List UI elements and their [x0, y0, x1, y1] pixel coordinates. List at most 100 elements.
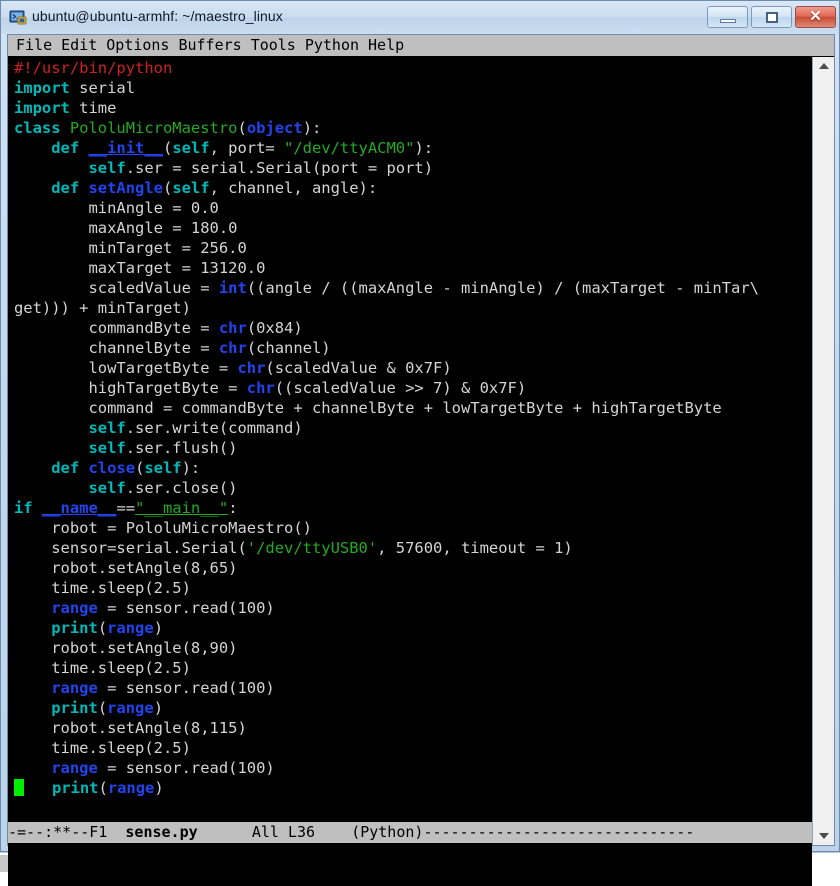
code-token: import [14, 79, 70, 97]
code-token: (scaledValue & 0x7F) [265, 359, 452, 377]
menu-item-help[interactable]: Help [368, 35, 404, 56]
code-token: sensor=serial.Serial( [14, 539, 247, 557]
menu-item-options[interactable]: Options [106, 35, 169, 56]
code-token: ( [135, 459, 145, 477]
triangle-down-icon [819, 833, 829, 839]
code-token: print [51, 779, 99, 797]
code-token: = sensor.read(100) [97, 599, 275, 617]
code-line: time.sleep(2.5) [14, 578, 759, 598]
code-token: serial [69, 79, 136, 97]
code-token: range [51, 759, 98, 777]
code-buffer[interactable]: #!/usr/bin/python import serial import tim… [8, 57, 812, 822]
code-token: time [69, 99, 117, 117]
code-token: ): [181, 459, 201, 477]
code-line: time.sleep(2.5) [14, 658, 759, 678]
scroll-up-button[interactable] [813, 57, 834, 75]
close-button[interactable]: ✕ [795, 6, 836, 28]
code-token: command = commandByte + channelByte + lo… [14, 399, 722, 417]
code-token: robot.setAngle(8,90) [14, 639, 238, 657]
code-token: channelByte = [14, 339, 219, 357]
code-token: highTargetByte = [14, 379, 247, 397]
vertical-scrollbar[interactable] [812, 57, 834, 845]
code-token: import [14, 99, 70, 117]
code-token: setAngle [88, 179, 164, 197]
code-line: import time [14, 98, 759, 118]
code-line: highTargetByte = chr((scaledValue >> 7) … [14, 378, 759, 398]
code-token: scaledValue = [14, 279, 219, 297]
code-token: range [51, 599, 98, 617]
menu-item-tools[interactable]: Tools [251, 35, 296, 56]
code-token: ): [302, 119, 322, 137]
code-token: ) [153, 699, 163, 717]
window-titlebar[interactable]: ubuntu@ubuntu-armhf: ~/maestro_linux ✕ [1, 1, 839, 34]
menu-item-buffers[interactable]: Buffers [178, 35, 241, 56]
code-token: .ser.close() [125, 479, 238, 497]
scrollbar-thumb[interactable] [813, 75, 834, 815]
code-token: ((angle / ((maxAngle - minAngle) / (maxT… [246, 279, 759, 297]
maximize-icon [766, 12, 778, 23]
code-line: minAngle = 0.0 [14, 198, 759, 218]
code-token: def [51, 179, 80, 197]
code-line: self.ser.close() [14, 478, 759, 498]
code-token: def [51, 459, 80, 477]
minimize-button[interactable] [707, 6, 748, 28]
code-token: maxAngle = 180.0 [14, 219, 238, 237]
code-line: time.sleep(2.5) [14, 738, 759, 758]
code-token: = sensor.read(100) [97, 679, 275, 697]
code-line: #!/usr/bin/python [14, 58, 759, 78]
code-token: close [88, 459, 136, 477]
code-token: ): [414, 139, 434, 157]
code-line: self.ser = serial.Serial(port = port) [14, 158, 759, 178]
code-line: scaledValue = int((angle / ((maxAngle - … [14, 278, 759, 298]
mode-line: -=--:**--F1 sense.py All L36 (Python)---… [8, 822, 812, 843]
terminal-icon [9, 8, 27, 26]
code-token: chr [218, 339, 247, 357]
code-token: self [88, 439, 126, 457]
code-line: maxTarget = 13120.0 [14, 258, 759, 278]
modeline-filler: ------------------------------ [423, 823, 695, 841]
code-token: ( [237, 119, 247, 137]
code-token: print [51, 619, 98, 637]
code-token: '/dev/ttyUSB0' [246, 539, 378, 557]
code-token: time.sleep(2.5) [14, 739, 191, 757]
triangle-up-icon [819, 63, 829, 69]
menu-item-python[interactable]: Python [305, 35, 359, 56]
code-token: ((scaledValue >> 7) & 0x7F) [274, 379, 527, 397]
code-token: range [107, 699, 154, 717]
code-token: self [88, 479, 126, 497]
code-line: lowTargetByte = chr(scaledValue & 0x7F) [14, 358, 759, 378]
code-token: chr [246, 379, 275, 397]
code-token: self [88, 159, 126, 177]
code-token: if [14, 499, 33, 517]
maximize-button[interactable] [751, 6, 792, 28]
code-line: print(range) [14, 698, 759, 718]
scroll-down-button[interactable] [813, 827, 834, 845]
code-token: ) [154, 779, 164, 797]
code-token: commandByte = [14, 319, 219, 337]
code-token: ( [163, 139, 173, 157]
echo-area[interactable] [8, 843, 812, 886]
code-line: range = sensor.read(100) [14, 678, 759, 698]
code-token: , channel, angle): [209, 179, 378, 197]
code-token: self [144, 459, 182, 477]
code-token: == [116, 499, 136, 517]
code-token: int [218, 279, 247, 297]
code-token: self [88, 419, 126, 437]
menu-item-file[interactable]: File [8, 35, 52, 56]
code-line: commandByte = chr(0x84) [14, 318, 759, 338]
text-cursor [14, 779, 24, 796]
menu-item-list: File Edit Options Buffers Tools Python Help [8, 35, 834, 56]
code-token: , port= [209, 139, 285, 157]
code-token: robot = PololuMicroMaestro() [14, 519, 312, 537]
code-line: class PololuMicroMaestro(object): [14, 118, 759, 138]
menu-item-edit[interactable]: Edit [61, 35, 97, 56]
code-line: range = sensor.read(100) [14, 598, 759, 618]
